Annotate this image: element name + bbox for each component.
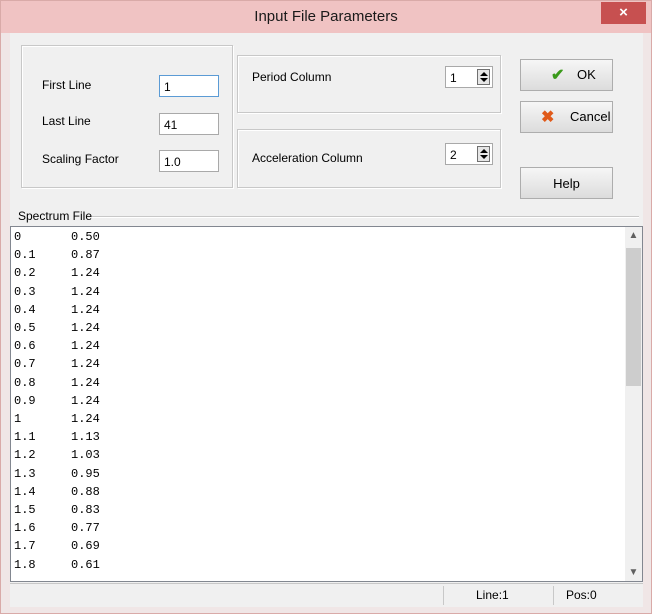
spectrum-row: 0.5 1.24 — [14, 319, 100, 337]
acceleration-column-spinner[interactable]: 2 — [445, 143, 493, 165]
ok-button-label: OK — [577, 67, 596, 82]
acceleration-value: 1.24 — [71, 393, 100, 408]
period-column-spinner[interactable]: 1 — [445, 66, 493, 88]
period-value: 1.5 — [14, 503, 36, 517]
spectrum-row: 0.4 1.24 — [14, 301, 100, 319]
first-line-label: First Line — [42, 78, 92, 92]
window-title: Input File Parameters — [254, 8, 398, 25]
first-line-input[interactable]: 1 — [159, 75, 219, 97]
x-icon: ✖ — [541, 109, 555, 126]
acceleration-value: 1.24 — [71, 412, 100, 426]
acceleration-value: 1.24 — [71, 375, 100, 390]
acceleration-value: 1.24 — [71, 321, 100, 335]
period-value: 0.4 — [14, 302, 36, 317]
status-line: Line:1 — [443, 586, 541, 605]
cancel-button-label: Cancel — [570, 109, 611, 124]
acceleration-value: 1.24 — [71, 357, 100, 372]
period-column-value: 1 — [450, 71, 457, 85]
section-divider — [92, 216, 639, 218]
acceleration-value: 1.24 — [71, 302, 100, 317]
vertical-scrollbar[interactable]: ▲ ▼ — [625, 227, 642, 581]
acceleration-value: 0.88 — [71, 484, 100, 499]
spectrum-row: 1.3 0.95 — [14, 465, 100, 483]
acceleration-value: 1.03 — [71, 448, 100, 463]
dialog-body: First Line 1 Last Line 41 Scaling Factor… — [10, 33, 643, 607]
acceleration-value: 1.24 — [71, 266, 100, 281]
scroll-down-icon[interactable]: ▼ — [625, 564, 642, 581]
period-column-group: Period Column 1 — [237, 55, 501, 113]
spectrum-row: 1.7 0.69 — [14, 537, 100, 555]
spectrum-file-textarea[interactable]: 0 0.50 0.1 0.87 0.2 1.24 0.3 1.24 0.4 1.24 0.5 1.24… — [10, 226, 643, 582]
spectrum-row: 0.2 1.24 — [14, 264, 100, 282]
period-value: 1.1 — [14, 430, 36, 445]
acceleration-value: 1.24 — [71, 339, 100, 354]
spectrum-row: 0.7 1.24 — [14, 355, 100, 373]
period-value: 0.2 — [14, 266, 36, 281]
spectrum-file-label: Spectrum File — [18, 209, 93, 223]
acceleration-value: 0.77 — [71, 521, 100, 536]
spectrum-row: 1.2 1.03 — [14, 446, 100, 464]
scaling-factor-input[interactable]: 1.0 — [159, 150, 219, 172]
close-icon: × — [619, 4, 628, 21]
period-value: 0 — [14, 230, 22, 244]
last-line-label: Last Line — [42, 114, 91, 128]
spectrum-row: 0.8 1.24 — [14, 374, 100, 392]
close-button[interactable]: × — [601, 2, 646, 24]
input-file-parameters-dialog: Input File Parameters × First Line 1 Las… — [0, 0, 652, 614]
acceleration-column-group: Acceleration Column 2 — [237, 129, 501, 188]
spectrum-row: 1.6 0.77 — [14, 519, 100, 537]
help-button[interactable]: Help — [520, 167, 613, 199]
period-value: 1.2 — [14, 448, 36, 463]
checkmark-icon: ✔ — [551, 67, 565, 84]
period-value: 1.8 — [14, 557, 36, 572]
period-value: 1.7 — [14, 539, 36, 554]
title-bar[interactable]: Input File Parameters × — [1, 1, 651, 33]
spectrum-row: 1.4 0.88 — [14, 483, 100, 501]
acceleration-value: 0.83 — [71, 503, 100, 517]
spinner-arrows-icon[interactable] — [477, 69, 490, 85]
line-params-group: First Line 1 Last Line 41 Scaling Factor… — [21, 45, 233, 188]
period-value: 0.3 — [14, 284, 36, 299]
spectrum-row: 0.9 1.24 — [14, 392, 100, 410]
scaling-factor-label: Scaling Factor — [42, 152, 119, 166]
status-bar: Line:1 Pos:0 — [10, 583, 643, 607]
period-value: 0.8 — [14, 375, 36, 390]
spectrum-row: 0 0.50 — [14, 228, 100, 246]
scrollbar-thumb[interactable] — [626, 248, 641, 386]
acceleration-value: 1.13 — [71, 430, 100, 445]
acceleration-column-label: Acceleration Column — [252, 151, 363, 165]
period-value: 0.7 — [14, 357, 36, 372]
ok-button[interactable]: ✔ OK — [520, 59, 613, 91]
status-pos: Pos:0 — [553, 586, 643, 605]
last-line-input[interactable]: 41 — [159, 113, 219, 135]
spectrum-row: 1.8 0.61 — [14, 556, 100, 574]
cancel-button[interactable]: ✖ Cancel — [520, 101, 613, 133]
acceleration-value: 0.95 — [71, 466, 100, 481]
period-value: 1.6 — [14, 521, 36, 536]
acceleration-value: 0.87 — [71, 248, 100, 263]
spectrum-row: 1.5 0.83 — [14, 501, 100, 519]
spectrum-row: 0.3 1.24 — [14, 283, 100, 301]
spectrum-row: 1.1 1.13 — [14, 428, 100, 446]
period-value: 0.6 — [14, 339, 36, 354]
period-value: 0.5 — [14, 321, 36, 335]
spinner-arrows-icon[interactable] — [477, 146, 490, 162]
period-value: 1 — [14, 412, 22, 426]
acceleration-value: 0.50 — [71, 230, 100, 244]
period-value: 1.3 — [14, 466, 36, 481]
period-value: 0.9 — [14, 393, 36, 408]
acceleration-value: 1.24 — [71, 284, 100, 299]
acceleration-value: 0.69 — [71, 539, 100, 554]
spectrum-row: 0.1 0.87 — [14, 246, 100, 264]
spectrum-row: 1 1.24 — [14, 410, 100, 428]
scroll-up-icon[interactable]: ▲ — [625, 227, 642, 244]
period-column-label: Period Column — [252, 70, 332, 84]
acceleration-column-value: 2 — [450, 148, 457, 162]
spectrum-row: 0.6 1.24 — [14, 337, 100, 355]
help-button-label: Help — [553, 176, 580, 191]
period-value: 1.4 — [14, 484, 36, 499]
period-value: 0.1 — [14, 248, 36, 263]
acceleration-value: 0.61 — [71, 557, 100, 572]
